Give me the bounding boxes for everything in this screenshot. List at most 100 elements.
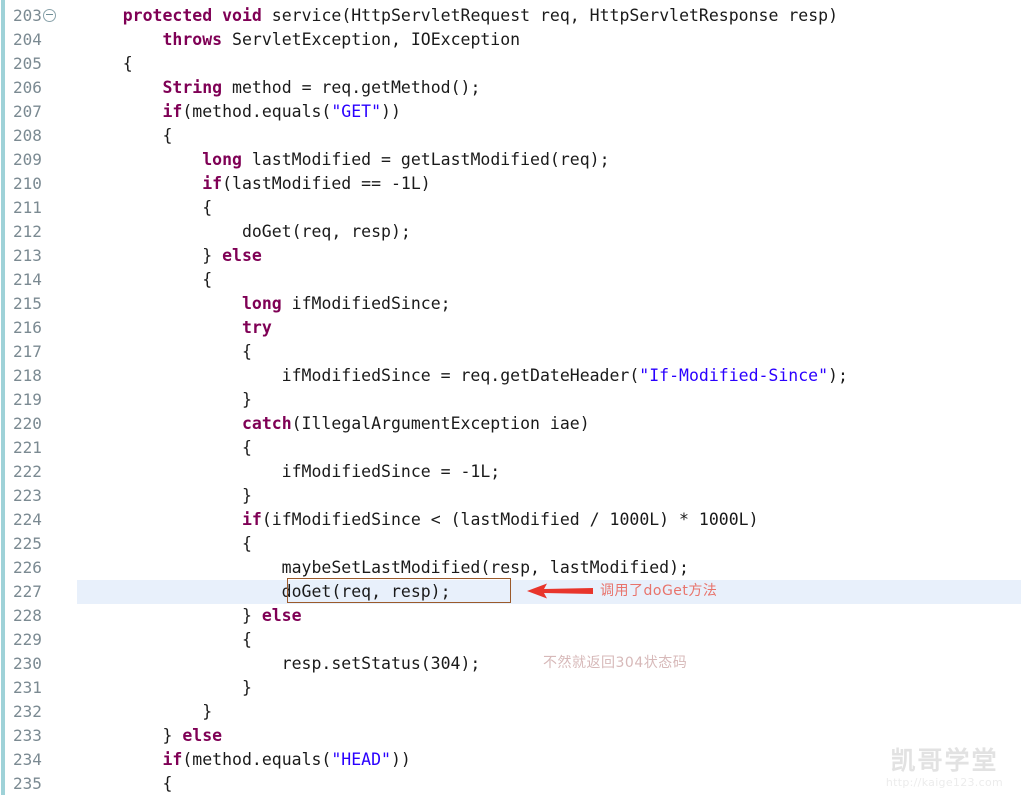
code-token-pln: )) bbox=[381, 102, 401, 121]
line-number[interactable]: 224 bbox=[5, 508, 77, 532]
code-token-pln bbox=[83, 102, 162, 121]
line-number[interactable]: 219 bbox=[5, 388, 77, 412]
code-line[interactable]: { bbox=[77, 268, 1021, 292]
line-number[interactable]: 226 bbox=[5, 556, 77, 580]
line-number[interactable]: 212 bbox=[5, 220, 77, 244]
code-token-pln bbox=[83, 30, 162, 49]
fold-collapse-icon[interactable] bbox=[42, 9, 56, 22]
line-number[interactable]: 217 bbox=[5, 340, 77, 364]
line-number-label: 207 bbox=[13, 102, 42, 121]
code-line[interactable]: { bbox=[77, 340, 1021, 364]
code-editor: 203 204 205 206 207 208 209 210 211 212 213 214 215 2… bbox=[0, 0, 1021, 795]
line-number[interactable]: 211 bbox=[5, 196, 77, 220]
code-line[interactable]: } else bbox=[77, 604, 1021, 628]
line-number[interactable]: 234 bbox=[5, 748, 77, 772]
code-line[interactable]: throws ServletException, IOException bbox=[77, 28, 1021, 52]
code-token-pln: } bbox=[83, 486, 252, 505]
code-line-current[interactable]: doGet(req, resp); bbox=[77, 580, 1021, 604]
code-line[interactable]: } else bbox=[77, 244, 1021, 268]
code-line[interactable]: catch(IllegalArgumentException iae) bbox=[77, 412, 1021, 436]
line-number[interactable]: 203 bbox=[5, 4, 77, 28]
code-token-pln: resp.setStatus(304); bbox=[83, 654, 481, 673]
code-line[interactable]: if(method.equals("HEAD")) bbox=[77, 748, 1021, 772]
code-token-kw: if bbox=[202, 174, 223, 193]
line-number-label: 225 bbox=[13, 534, 42, 553]
code-line[interactable]: { bbox=[77, 196, 1021, 220]
code-line[interactable]: } bbox=[77, 700, 1021, 724]
line-number-label: 226 bbox=[13, 558, 42, 577]
line-number-label: 222 bbox=[13, 462, 42, 481]
code-line[interactable]: { bbox=[77, 124, 1021, 148]
line-number[interactable]: 230 bbox=[5, 652, 77, 676]
code-line[interactable]: ifModifiedSince = req.getDateHeader("If-… bbox=[77, 364, 1021, 388]
line-number[interactable]: 235 bbox=[5, 772, 77, 796]
code-line[interactable]: doGet(req, resp); bbox=[77, 220, 1021, 244]
line-number[interactable]: 208 bbox=[5, 124, 77, 148]
code-line[interactable]: { bbox=[77, 772, 1021, 795]
line-number[interactable]: 207 bbox=[5, 100, 77, 124]
line-number[interactable]: 223 bbox=[5, 484, 77, 508]
line-number[interactable]: 228 bbox=[5, 604, 77, 628]
code-token-pln: { bbox=[83, 774, 173, 793]
line-number[interactable]: 210 bbox=[5, 172, 77, 196]
line-number-gutter[interactable]: 203 204 205 206 207 208 209 210 211 212 213 214 215 2… bbox=[5, 0, 77, 795]
line-number[interactable]: 204 bbox=[5, 28, 77, 52]
code-line[interactable]: resp.setStatus(304); bbox=[77, 652, 1021, 676]
code-line[interactable]: { bbox=[77, 52, 1021, 76]
code-line[interactable]: long lastModified = getLastModified(req)… bbox=[77, 148, 1021, 172]
code-line[interactable]: } bbox=[77, 388, 1021, 412]
code-token-pln bbox=[83, 150, 202, 169]
code-line[interactable]: ifModifiedSince = -1L; bbox=[77, 460, 1021, 484]
line-number[interactable]: 209 bbox=[5, 148, 77, 172]
line-number[interactable]: 227 bbox=[5, 580, 77, 604]
line-number-label: 229 bbox=[13, 630, 42, 649]
line-number[interactable]: 220 bbox=[5, 412, 77, 436]
code-line[interactable]: } bbox=[77, 676, 1021, 700]
line-number[interactable]: 231 bbox=[5, 676, 77, 700]
code-text-area[interactable]: protected void service(HttpServletReques… bbox=[77, 0, 1021, 795]
line-number-label: 209 bbox=[13, 150, 42, 169]
line-number[interactable]: 221 bbox=[5, 436, 77, 460]
code-line[interactable]: if(lastModified == -1L) bbox=[77, 172, 1021, 196]
code-token-kw: catch bbox=[241, 414, 292, 433]
code-token-str: "GET" bbox=[331, 102, 382, 121]
code-line[interactable]: } else bbox=[77, 724, 1021, 748]
code-token-pln: (ifModifiedSince < (lastModified / 1000L… bbox=[261, 510, 759, 529]
code-line[interactable]: if(method.equals("GET")) bbox=[77, 100, 1021, 124]
code-token-kw: throws bbox=[162, 30, 223, 49]
line-number-label: 223 bbox=[13, 486, 42, 505]
line-number[interactable]: 216 bbox=[5, 316, 77, 340]
code-token-pln bbox=[83, 510, 242, 529]
line-number[interactable]: 213 bbox=[5, 244, 77, 268]
code-token-pln: service(HttpServletRequest req, HttpServ… bbox=[261, 6, 839, 25]
code-token-kw: else bbox=[222, 246, 262, 265]
line-number[interactable]: 206 bbox=[5, 76, 77, 100]
code-token-pln: } bbox=[83, 246, 223, 265]
code-token-pln: )) bbox=[390, 750, 411, 769]
line-number[interactable]: 214 bbox=[5, 268, 77, 292]
code-line[interactable]: long ifModifiedSince; bbox=[77, 292, 1021, 316]
line-number[interactable]: 233 bbox=[5, 724, 77, 748]
code-token-kw: else bbox=[182, 726, 223, 745]
line-number[interactable]: 229 bbox=[5, 628, 77, 652]
code-line[interactable]: String method = req.getMethod(); bbox=[77, 76, 1021, 100]
line-number[interactable]: 232 bbox=[5, 700, 77, 724]
code-line[interactable]: { bbox=[77, 532, 1021, 556]
code-token-pln: ); bbox=[828, 366, 848, 385]
code-line[interactable]: { bbox=[77, 628, 1021, 652]
line-number[interactable]: 225 bbox=[5, 532, 77, 556]
code-line[interactable]: maybeSetLastModified(resp, lastModified)… bbox=[77, 556, 1021, 580]
line-number[interactable]: 222 bbox=[5, 460, 77, 484]
line-number[interactable]: 205 bbox=[5, 52, 77, 76]
line-number[interactable]: 215 bbox=[5, 292, 77, 316]
code-line[interactable]: try bbox=[77, 316, 1021, 340]
code-line[interactable]: protected void service(HttpServletReques… bbox=[77, 4, 1021, 28]
line-number-label: 205 bbox=[13, 54, 42, 73]
code-line[interactable]: { bbox=[77, 436, 1021, 460]
code-line[interactable]: if(ifModifiedSince < (lastModified / 100… bbox=[77, 508, 1021, 532]
code-token-str: "HEAD" bbox=[331, 750, 391, 769]
code-token-pln: ifModifiedSince = -1L; bbox=[83, 462, 501, 481]
line-number[interactable]: 218 bbox=[5, 364, 77, 388]
code-line[interactable]: } bbox=[77, 484, 1021, 508]
line-number-label: 212 bbox=[13, 222, 42, 241]
